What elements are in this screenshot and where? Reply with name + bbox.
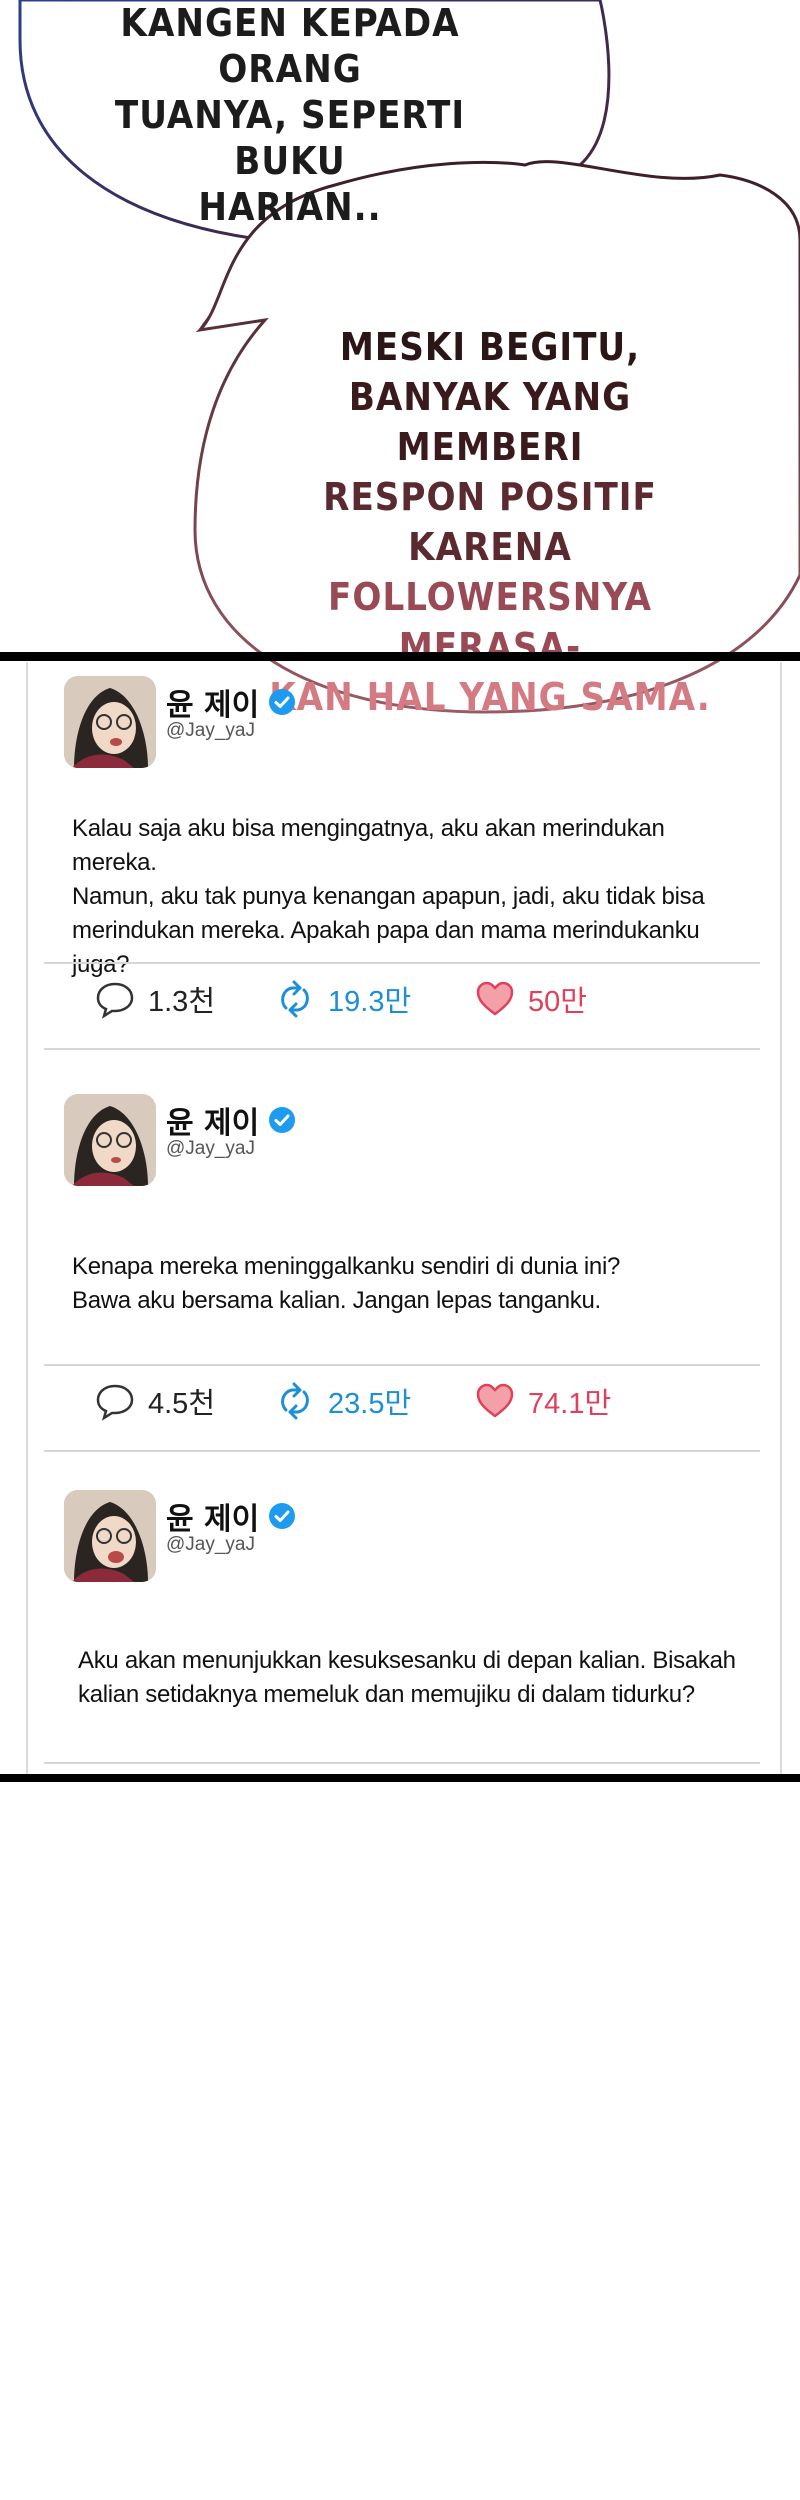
tweet-text-line: Namun, aku tak punya kenangan apapun, ja… xyxy=(72,883,705,910)
panel-border-bottom xyxy=(0,1774,800,1782)
author-name[interactable]: 윤 제이 xyxy=(166,680,259,724)
verified-badge-icon xyxy=(269,1503,296,1529)
author-row: 윤 제이 xyxy=(166,1494,297,1538)
avatar-image xyxy=(64,1094,156,1186)
author-name[interactable]: 윤 제이 xyxy=(166,1494,259,1538)
retweet-count: 23.5만 xyxy=(328,1388,412,1420)
verified-badge-icon xyxy=(269,689,296,715)
tweet-text: Aku akan menunjukkan kesuksesanku di dep… xyxy=(78,1644,758,1712)
heart-icon xyxy=(476,981,514,1016)
divider xyxy=(44,1762,760,1764)
bubble-top-text: KANGEN KEPADA ORANG TUANYA, SEPERTI BUKU… xyxy=(60,0,520,230)
like-button[interactable]: 50만 xyxy=(474,978,587,1020)
avatar[interactable] xyxy=(64,676,156,768)
verified-badge-icon xyxy=(269,1107,296,1133)
bubble-bottom-line-1: MESKI BEGITU, xyxy=(339,325,641,369)
like-count: 74.1만 xyxy=(528,1388,612,1420)
speech-bubble-icon xyxy=(96,982,134,1019)
divider xyxy=(44,1450,760,1452)
tweet-text-line: merindukan mereka. Apakah papa dan mama … xyxy=(72,917,700,978)
divider xyxy=(44,962,760,964)
reply-button[interactable]: 1.3천 xyxy=(94,978,215,1020)
reply-button[interactable]: 4.5천 xyxy=(94,1380,215,1422)
tweet-text: Kalau saja aku bisa mengingatnya, aku ak… xyxy=(72,812,752,982)
like-count: 50만 xyxy=(528,986,587,1018)
author-handle[interactable]: @Jay_yaJ xyxy=(166,1138,255,1160)
reply-count: 1.3천 xyxy=(148,986,215,1018)
retweet-count: 19.3만 xyxy=(328,986,412,1018)
author-row: 윤 제이 xyxy=(166,1098,297,1142)
author-handle[interactable]: @Jay_yaJ xyxy=(166,720,255,742)
bubble-bottom-line-2: BANYAK YANG MEMBERI xyxy=(348,375,632,469)
avatar[interactable] xyxy=(64,1094,156,1186)
tweet-2-actions: 4.5천 23.5만 74.1만 xyxy=(94,1380,714,1430)
tweet-text-line: kalian setidaknya memeluk dan memujiku d… xyxy=(78,1681,695,1708)
tweet-text: Kenapa mereka meninggalkanku sendiri di … xyxy=(72,1250,752,1318)
bubble-top-line-3: HARIAN.. xyxy=(198,185,382,229)
retweet-button[interactable]: 23.5만 xyxy=(274,1380,411,1422)
like-button[interactable]: 74.1만 xyxy=(474,1380,611,1422)
tweet-text-line: Kalau saja aku bisa mengingatnya, aku ak… xyxy=(72,815,665,876)
speech-bubble-icon xyxy=(96,1384,134,1421)
bubble-top-line-1: KANGEN KEPADA ORANG xyxy=(120,1,460,91)
tweet-text-line: Aku akan menunjukkan kesuksesanku di dep… xyxy=(78,1647,736,1674)
heart-icon xyxy=(476,1383,514,1418)
avatar-image xyxy=(64,676,156,768)
tweet-1-actions: 1.3천 19.3만 50만 xyxy=(94,978,714,1028)
retweet-arrows-icon xyxy=(281,980,309,1018)
panel-border-top xyxy=(0,652,800,661)
author-row: 윤 제이 xyxy=(166,680,297,724)
retweet-button[interactable]: 19.3만 xyxy=(274,978,411,1020)
author-handle[interactable]: @Jay_yaJ xyxy=(166,1534,255,1556)
tweet-text-line: Kenapa mereka meninggalkanku sendiri di … xyxy=(72,1253,621,1280)
avatar[interactable] xyxy=(64,1490,156,1582)
retweet-arrows-icon xyxy=(281,1382,309,1420)
divider xyxy=(44,1364,760,1366)
bubble-bottom-line-3: RESPON POSITIF KARENA xyxy=(323,475,657,569)
tweet-text-line: Bawa aku bersama kalian. Jangan lepas ta… xyxy=(72,1287,601,1314)
avatar-image xyxy=(64,1490,156,1582)
author-name[interactable]: 윤 제이 xyxy=(166,1098,259,1142)
reply-count: 4.5천 xyxy=(148,1388,215,1420)
bubble-top-line-2: TUANYA, SEPERTI BUKU xyxy=(114,93,466,183)
divider xyxy=(44,1048,760,1050)
